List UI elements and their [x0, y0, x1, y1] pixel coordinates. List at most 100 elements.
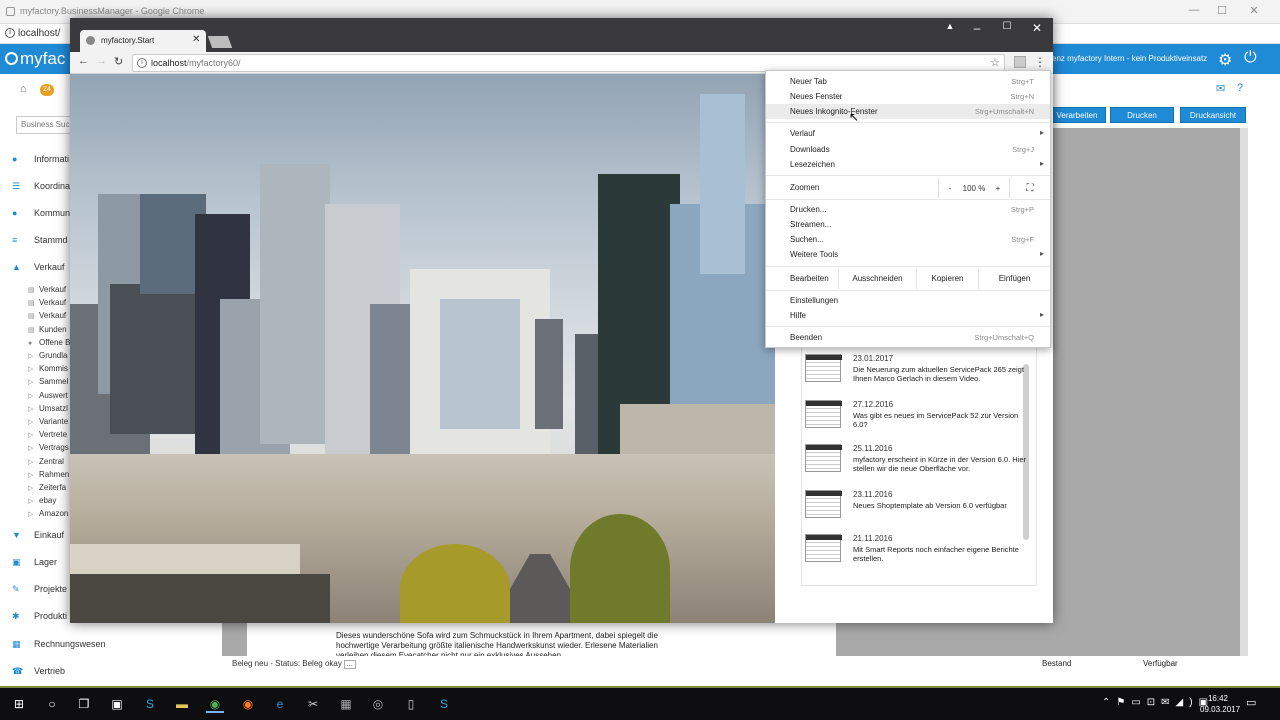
sidebar-subitem[interactable]: ▷ Kommis — [28, 364, 68, 373]
menu-item-history[interactable]: Verlauf ▸ — [766, 126, 1050, 141]
news-text[interactable]: myfactory erscheint in Kürze in der Vers… — [853, 455, 1033, 473]
menu-item-help[interactable]: Hilfe ▸ — [766, 308, 1050, 323]
edge-icon[interactable]: e — [271, 695, 289, 713]
menu-item-cast[interactable]: Streamen... — [766, 217, 1050, 232]
news-item[interactable]: 27.12.2016 Was gibt es neues im ServicePa… — [805, 400, 1025, 444]
sidebar-subitem[interactable]: ▷ Rahmen — [28, 470, 69, 479]
menu-item-new-incognito-window[interactable]: Neues Inkognito-Fenster Strg+Umschalt+N — [766, 104, 1050, 119]
news-item[interactable]: 21.11.2016 Mit Smart Reports noch einfach… — [805, 534, 1025, 578]
news-text[interactable]: Die Neuerung zum aktuellen ServicePack 2… — [853, 365, 1033, 383]
menu-item-exit[interactable]: Beenden Strg+Umschalt+Q — [766, 330, 1050, 345]
sidebar-item-vertrieb[interactable]: ☎ Vertrieb — [12, 666, 65, 677]
tab-close-icon[interactable]: ✕ — [192, 34, 200, 45]
sidebar-item-projekte[interactable]: ✎ Projekte — [12, 584, 67, 595]
sidebar-subitem[interactable]: ▷ ebay — [28, 496, 56, 505]
app-icon[interactable]: ▦ — [337, 695, 355, 713]
sidebar-subitem[interactable]: ▷ Amazon — [28, 509, 68, 518]
extension-icon[interactable] — [1014, 56, 1026, 68]
business-search-input[interactable]: Business Suche — [16, 116, 71, 134]
sidebar-item-lager[interactable]: ▣ Lager — [12, 557, 57, 568]
sidebar-item-einkauf[interactable]: ▼ Einkauf — [12, 530, 64, 540]
notification-badge[interactable]: 24 — [40, 84, 54, 96]
reload-icon[interactable]: ↻ — [114, 55, 123, 68]
sidebar-subitem[interactable]: ▷ Sammel — [28, 377, 68, 386]
maximize-icon[interactable]: ☐ — [997, 21, 1017, 32]
info-icon[interactable]: i — [137, 58, 147, 68]
sidebar-item-rechnungswesen[interactable]: ▦ Rechnungswesen — [12, 639, 106, 650]
news-thumbnail[interactable] — [805, 444, 842, 472]
close-icon[interactable]: ✕ — [1246, 4, 1262, 17]
minimize-icon[interactable]: – — [967, 21, 987, 35]
gear-icon[interactable]: ⚙ — [1218, 50, 1232, 70]
sidebar-subitem[interactable]: ▷ Auswert — [28, 391, 68, 400]
sidebar-subitem[interactable]: ▤ Kunden — [28, 325, 67, 334]
sidebar-item-koordination[interactable]: ☰ Koordina — [12, 181, 70, 192]
sidebar-subitem[interactable]: ● Offene B — [28, 338, 70, 347]
store-icon[interactable]: ▣ — [108, 695, 126, 713]
news-thumbnail[interactable] — [805, 400, 842, 428]
menu-item-bookmarks[interactable]: Lesezeichen ▸ — [766, 157, 1050, 172]
news-text[interactable]: Neues Shoptemplate ab Version 6.0 verfüg… — [853, 501, 1033, 510]
skype-business-icon[interactable]: S — [435, 695, 453, 713]
sidebar-subitem[interactable]: ▷ Grundla — [28, 351, 67, 360]
sidebar-item-kommunikation[interactable]: ● Kommun — [12, 208, 70, 218]
paste-button[interactable]: Einfügen — [978, 269, 1050, 289]
news-thumbnail[interactable] — [805, 354, 842, 382]
notification-center-icon[interactable]: ▭ — [1246, 696, 1256, 709]
druckansicht-button[interactable]: Druckansicht — [1180, 107, 1246, 123]
scrollbar[interactable] — [1240, 128, 1248, 656]
power-icon[interactable]: ⏻ — [1244, 49, 1257, 67]
new-tab-button[interactable] — [207, 36, 233, 48]
sidebar-subitem[interactable]: ▷ Umsatzl — [28, 404, 68, 413]
help-icon[interactable]: ? — [1237, 82, 1243, 94]
drucken-button[interactable]: Drucken — [1110, 107, 1174, 123]
news-text[interactable]: Was gibt es neues im ServicePack 52 zur … — [853, 411, 1033, 429]
user-icon[interactable]: ▲ — [940, 21, 960, 31]
forward-icon[interactable]: → — [96, 55, 107, 67]
sidebar-subitem[interactable]: ▤ Verkauf — [28, 298, 66, 307]
app-icon[interactable]: ◎ — [369, 695, 387, 713]
menu-item-downloads[interactable]: Downloads Strg+J — [766, 142, 1050, 157]
copy-button[interactable]: Kopieren — [916, 269, 978, 289]
news-thumbnail[interactable] — [805, 490, 842, 518]
verarbeiten-button[interactable]: Verarbeiten — [1048, 107, 1106, 123]
sidebar-subitem[interactable]: ▷ Variante — [28, 417, 68, 426]
minimize-icon[interactable]: — — [1186, 4, 1202, 16]
menu-item-settings[interactable]: Einstellungen — [766, 293, 1050, 308]
app-logo[interactable]: myfac — [20, 49, 65, 69]
cut-button[interactable]: Ausschneiden — [838, 269, 916, 289]
news-thumbnail[interactable] — [805, 534, 842, 562]
news-item[interactable]: 25.11.2016 myfactory erscheint in Kürze i… — [805, 444, 1026, 488]
bookmark-star-icon[interactable]: ☆ — [990, 56, 1000, 69]
firefox-icon[interactable]: ◉ — [239, 695, 257, 713]
sidebar-item-stammdaten[interactable]: ≡ Stammd — [12, 235, 68, 245]
sidebar-subitem[interactable]: ▷ Vertrete — [28, 430, 67, 439]
menu-item-new-tab[interactable]: Neuer Tab Strg+T — [766, 74, 1050, 89]
sidebar-item-produktion[interactable]: ✱ Produkti — [12, 611, 67, 622]
tab-myfactory-start[interactable]: myfactory.Start ✕ — [80, 30, 206, 52]
column-header-verfuegbar[interactable]: Verfügbar — [1143, 659, 1178, 668]
news-text[interactable]: Mit Smart Reports noch einfacher eigene … — [853, 545, 1033, 563]
task-view-icon[interactable]: ❐ — [75, 695, 93, 713]
sidebar-subitem[interactable]: ▷ Zeiterfa — [28, 483, 66, 492]
windows-start-icon[interactable]: ⊞ — [10, 695, 28, 713]
news-item[interactable]: 23.01.2017 Die Neuerung zum aktuellen Ser… — [805, 354, 1025, 398]
sidebar-subitem[interactable]: ▤ Verkauf — [28, 285, 66, 294]
search-icon[interactable]: ○ — [43, 695, 61, 713]
home-icon[interactable]: ⌂ — [20, 83, 27, 95]
menu-item-more-tools[interactable]: Weitere Tools ▸ — [766, 247, 1050, 262]
skype-icon[interactable]: S — [141, 695, 159, 713]
sidebar-subitem[interactable]: ▷ Vertrags — [28, 443, 69, 452]
column-header-bestand[interactable]: Bestand — [1042, 659, 1071, 668]
sidebar-item-verkauf[interactable]: ▲ Verkauf — [12, 262, 65, 272]
chrome-icon[interactable]: ◉ — [206, 695, 224, 713]
sidebar-subitem[interactable]: ▷ Zentral — [28, 457, 64, 466]
tools-icon[interactable]: ✂ — [304, 695, 322, 713]
chrome-menu-icon[interactable]: ⋮ — [1034, 55, 1046, 69]
info-icon[interactable]: i — [5, 28, 15, 38]
file-explorer-icon[interactable]: ▬ — [173, 695, 191, 713]
document-icon[interactable]: ▯ — [402, 695, 420, 713]
zoom-in-button[interactable]: + — [992, 181, 1004, 196]
mail-icon[interactable]: ✉ — [1216, 82, 1225, 95]
maximize-icon[interactable]: ☐ — [1214, 4, 1230, 17]
